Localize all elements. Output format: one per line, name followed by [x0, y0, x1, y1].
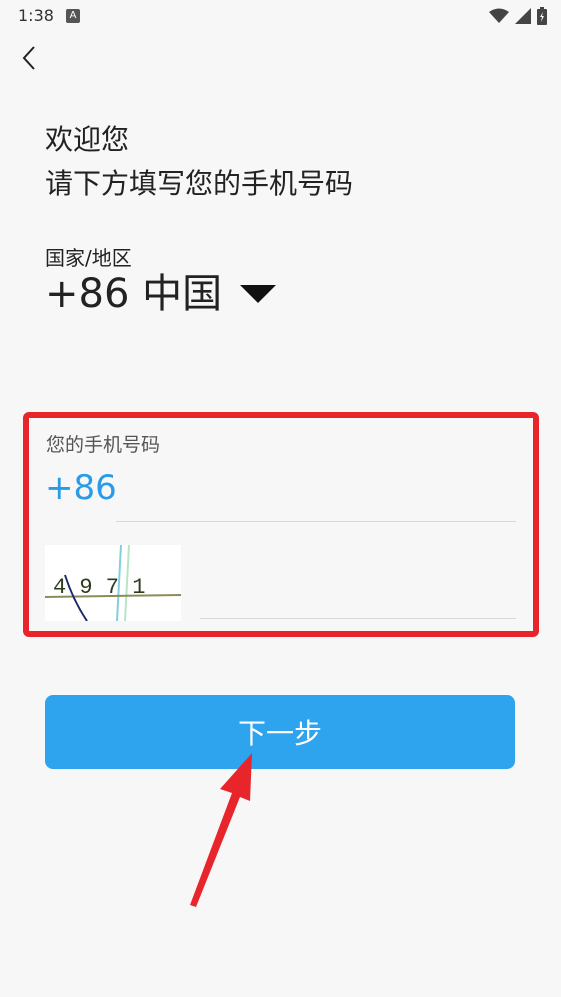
status-time: 1:38: [18, 6, 54, 25]
next-button[interactable]: 下一步: [45, 695, 515, 769]
phone-input[interactable]: [118, 478, 518, 520]
dropdown-caret-icon: [240, 285, 277, 303]
back-button[interactable]: [16, 44, 44, 72]
welcome-instruction: 请下方填写您的手机号码: [45, 167, 354, 200]
welcome-title: 欢迎您: [45, 123, 130, 156]
battery-icon: [537, 7, 547, 25]
status-bar: 1:38 A: [0, 0, 561, 34]
region-label: 国家/地区: [45, 246, 132, 270]
phone-label: 您的手机号码: [46, 434, 161, 456]
region-selector[interactable]: +86 中国: [45, 270, 277, 318]
wifi-icon: [489, 8, 509, 23]
captcha-digits: 4 9 7 1: [53, 575, 145, 600]
captcha-image-graphic: 4 9 7 1: [45, 545, 181, 621]
captcha-image[interactable]: 4 9 7 1: [45, 545, 181, 621]
captcha-underline: [200, 618, 516, 619]
annotation-arrow-icon: [190, 753, 252, 907]
phone-underline: [116, 521, 516, 522]
phone-prefix: +86: [45, 468, 117, 508]
signal-icon: [515, 8, 531, 24]
chevron-left-icon: [22, 46, 35, 70]
welcome-text: 欢迎您 请下方填写您的手机号码: [45, 118, 353, 206]
status-icons: [489, 7, 547, 25]
captcha-input[interactable]: [202, 575, 518, 617]
region-value: +86 中国: [45, 271, 223, 317]
notification-icon: A: [66, 9, 80, 23]
